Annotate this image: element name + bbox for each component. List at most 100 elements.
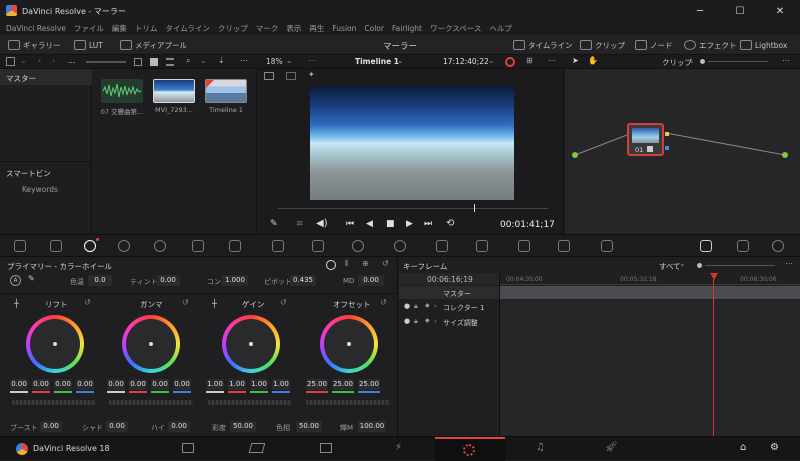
menu-trim[interactable]: トリム (135, 23, 158, 34)
node-output-icon[interactable] (782, 152, 788, 158)
back-icon[interactable]: ‹ (38, 56, 41, 65)
color-fx-icon[interactable] (505, 57, 515, 67)
reset-icon[interactable]: ↺ (380, 298, 387, 307)
menu-mark[interactable]: マーク (256, 23, 279, 34)
lift-g[interactable]: 0.00 (54, 379, 72, 390)
lift-b[interactable]: 0.00 (76, 379, 94, 390)
lift-master-slider[interactable] (12, 400, 96, 405)
gamma-g[interactable]: 0.00 (151, 379, 169, 390)
pointer-icon[interactable]: ➤ (572, 56, 579, 65)
keyframes-icon[interactable] (700, 240, 712, 252)
nodes-button[interactable]: ノード (635, 39, 673, 51)
edit-page-icon[interactable] (320, 443, 332, 453)
more-options-icon[interactable]: ⋯ (240, 56, 248, 65)
motion-effects-icon[interactable] (192, 240, 204, 252)
serial-node-01[interactable]: 01 (627, 123, 664, 156)
hdr-wheels-icon[interactable] (118, 240, 130, 252)
scopes-icon[interactable] (737, 240, 749, 252)
list-view-icon[interactable] (166, 58, 174, 66)
menu-clip[interactable]: クリップ (218, 23, 248, 34)
color-wheels-icon[interactable] (84, 240, 96, 252)
deliver-page-icon[interactable]: 🚀︎ (605, 442, 618, 453)
clips-button[interactable]: クリップ (580, 39, 625, 51)
magic-wand-icon[interactable]: ✦ (308, 70, 315, 79)
offset-b[interactable]: 25.00 (358, 379, 380, 390)
gamma-b[interactable]: 0.00 (173, 379, 191, 390)
node-input-icon[interactable] (572, 152, 578, 158)
more-options-icon[interactable]: ⋯ (782, 56, 790, 65)
saturation-field[interactable]: 50.00 (230, 421, 256, 432)
menu-playback[interactable]: 再生 (309, 23, 324, 34)
key-icon[interactable] (518, 240, 530, 252)
playhead-line[interactable] (713, 279, 714, 436)
auto-balance-icon[interactable]: A (10, 275, 21, 286)
chevron-down-icon[interactable]: ⌄ (20, 56, 27, 65)
menu-file[interactable]: ファイル (74, 23, 104, 34)
gain-y[interactable]: 1.00 (206, 379, 224, 390)
sort-icon[interactable]: ⇣ (218, 56, 225, 65)
track-row-master[interactable]: マスター (399, 286, 499, 299)
eyedropper-icon[interactable]: ✎ (270, 219, 278, 229)
offset-wheel[interactable] (320, 315, 378, 373)
gain-b[interactable]: 1.00 (272, 379, 290, 390)
media-page-icon[interactable] (182, 443, 194, 453)
color-warper-icon[interactable] (272, 240, 284, 252)
lift-wheel[interactable] (26, 315, 84, 373)
timeline-clip-thumbnail[interactable] (205, 79, 247, 103)
node-zoom-slider[interactable] (708, 61, 768, 62)
effects-button[interactable]: エフェクト (684, 39, 737, 51)
reset-icon[interactable]: ↺ (84, 298, 91, 307)
keyframe-zoom-slider[interactable] (705, 265, 775, 266)
menu-view[interactable]: 表示 (286, 23, 301, 34)
timeline-button[interactable]: タイムライン (513, 39, 572, 51)
chevron-down-icon[interactable]: ⌄ (397, 56, 404, 65)
node-rgb-output-icon[interactable] (665, 132, 669, 136)
md-field[interactable]: 0.00 (358, 275, 384, 286)
viewer-mode-icon[interactable] (264, 72, 274, 80)
gamma-r[interactable]: 0.00 (129, 379, 147, 390)
crosshair-icon[interactable]: ┼ (212, 299, 217, 308)
gain-master-slider[interactable] (208, 400, 292, 405)
shadows-field[interactable]: 0.00 (106, 421, 128, 432)
close-icon[interactable]: ✕ (760, 0, 800, 22)
menu-help[interactable]: ヘルプ (489, 23, 512, 34)
settings-icon[interactable]: ⚙ (770, 442, 779, 453)
info-icon[interactable] (772, 240, 784, 252)
play-reverse-icon[interactable]: ◀ (366, 219, 373, 229)
jump-start-icon[interactable]: ⏮ (346, 219, 354, 229)
lock-icon[interactable]: 🔒︎ (414, 302, 418, 311)
luma-mix-field[interactable]: 100.00 (358, 421, 386, 432)
audio-clip-thumbnail[interactable] (101, 79, 143, 103)
menu-timeline[interactable]: タイムライン (165, 23, 209, 34)
gamma-y[interactable]: 0.00 (107, 379, 125, 390)
pivot-field[interactable]: 0.435 (290, 275, 316, 286)
maximize-icon[interactable]: ☐ (720, 0, 760, 22)
keyframe-diamond-icon[interactable]: ◆ (425, 317, 430, 324)
chevron-down-icon[interactable]: ⌄ (688, 56, 695, 65)
chevron-down-icon[interactable]: ⌄ (488, 56, 495, 65)
contrast-boost-field[interactable]: 0.00 (40, 421, 62, 432)
cut-page-icon[interactable] (248, 443, 266, 453)
grid-icon[interactable]: ⊞ (526, 56, 533, 65)
hand-icon[interactable]: ✋ (588, 56, 598, 65)
more-options-icon[interactable]: ⋯ (548, 56, 556, 65)
scrub-playhead[interactable] (474, 204, 475, 212)
log-mode-icon[interactable]: ⊕ (362, 259, 369, 268)
volume-icon[interactable]: ◀) (316, 218, 328, 229)
tint-field[interactable]: 0.00 (156, 275, 180, 286)
zoom-level[interactable]: 18% (266, 57, 283, 66)
chevron-down-icon[interactable]: ⌄ (286, 56, 293, 65)
forward-icon[interactable]: › (52, 56, 55, 65)
bars-mode-icon[interactable]: ⦀ (345, 259, 349, 269)
menu-color[interactable]: Color (364, 24, 384, 33)
keyframe-diamond-icon[interactable]: ◆ (425, 302, 430, 309)
zoom-slider-handle[interactable] (697, 263, 702, 268)
rgb-mixer-icon[interactable] (154, 240, 166, 252)
chevron-down-icon[interactable]: ⌄ (200, 56, 207, 65)
chevron-down-icon[interactable]: ⌄ (679, 259, 686, 268)
jump-end-icon[interactable]: ⏭ (424, 219, 432, 229)
fairlight-page-icon[interactable]: ♫ (536, 442, 545, 453)
minimize-icon[interactable]: ─ (680, 0, 720, 22)
color-page-tab[interactable] (435, 437, 505, 461)
contrast-field[interactable]: 1.000 (222, 275, 248, 286)
